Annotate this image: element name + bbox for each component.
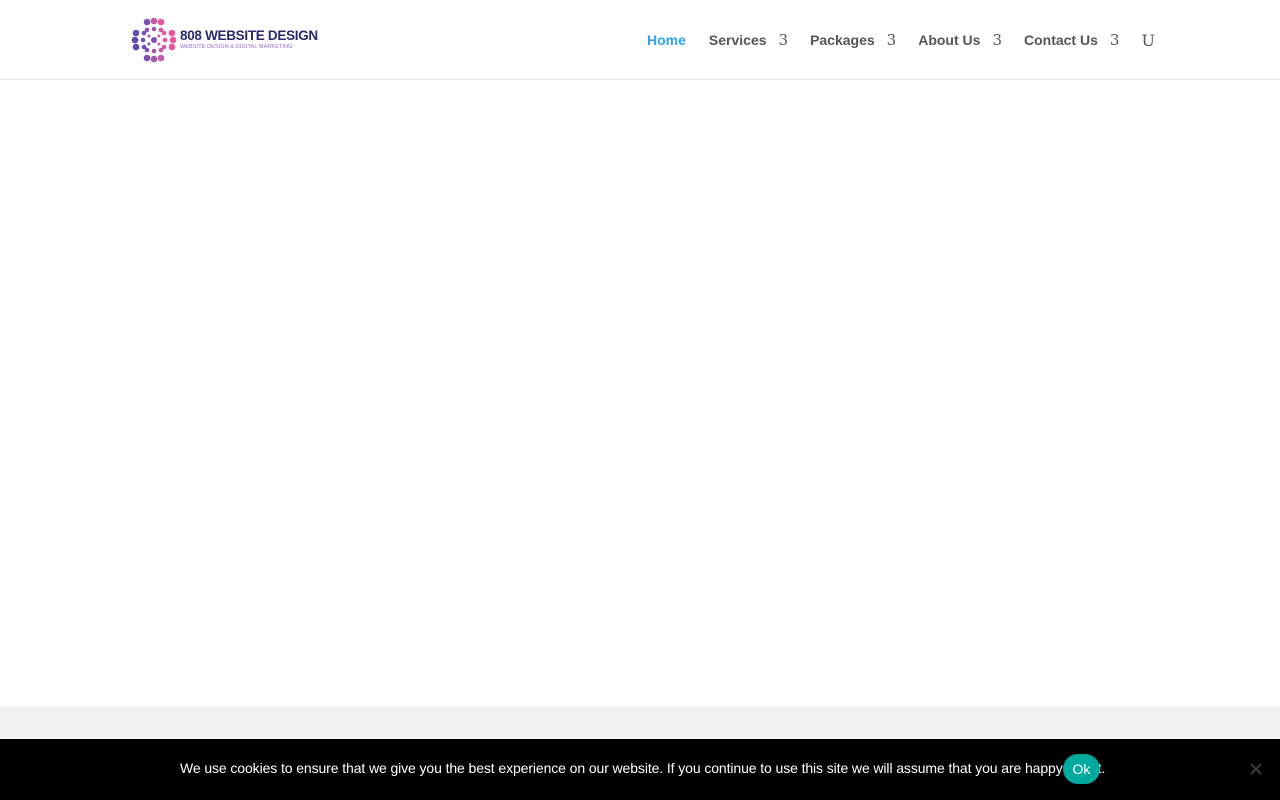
nav-item-contact-us[interactable]: Contact Us 3 (1024, 31, 1119, 49)
footer-band (0, 706, 1280, 739)
nav-item-label: Home (647, 32, 686, 48)
cookie-notice: We use cookies to ensure that we give yo… (0, 739, 1280, 800)
site-header: 808 WEBSITE DESIGN WEBSITE DESIGN & DIGI… (0, 0, 1280, 80)
page: 808 WEBSITE DESIGN WEBSITE DESIGN & DIGI… (0, 0, 1280, 800)
chevron-down-icon: 3 (778, 31, 789, 49)
main-content (0, 81, 1280, 706)
nav-item-home[interactable]: Home (647, 32, 686, 48)
search-icon[interactable]: U (1141, 31, 1154, 50)
logo-title: 808 WEBSITE DESIGN (180, 28, 318, 43)
nav-item-label: Services (708, 32, 767, 48)
logo-text: 808 WEBSITE DESIGN WEBSITE DESIGN & DIGI… (180, 29, 318, 51)
nav-item-packages[interactable]: Packages 3 (810, 31, 896, 49)
chevron-down-icon: 3 (1109, 31, 1120, 49)
close-icon[interactable] (1247, 760, 1265, 778)
site-logo[interactable]: 808 WEBSITE DESIGN WEBSITE DESIGN & DIGI… (131, 17, 318, 63)
nav-item-label: About Us (918, 32, 981, 48)
chevron-down-icon: 3 (886, 31, 897, 49)
nav-item-label: Contact Us (1023, 32, 1098, 48)
nav-item-about-us[interactable]: About Us 3 (918, 31, 1002, 49)
cookie-ok-button[interactable]: Ok (1063, 754, 1100, 784)
nav-item-label: Packages (810, 32, 875, 48)
chevron-down-icon: 3 (992, 31, 1002, 49)
logo-tagline: WEBSITE DESIGN & DIGITAL MARKETING (180, 44, 293, 50)
logo-mark-icon (131, 17, 177, 63)
main-nav: Home Services 3 Packages 3 About Us 3 Co… (647, 30, 1155, 50)
cookie-message: We use cookies to ensure that we give yo… (180, 760, 1106, 776)
nav-item-services[interactable]: Services 3 (709, 31, 788, 49)
